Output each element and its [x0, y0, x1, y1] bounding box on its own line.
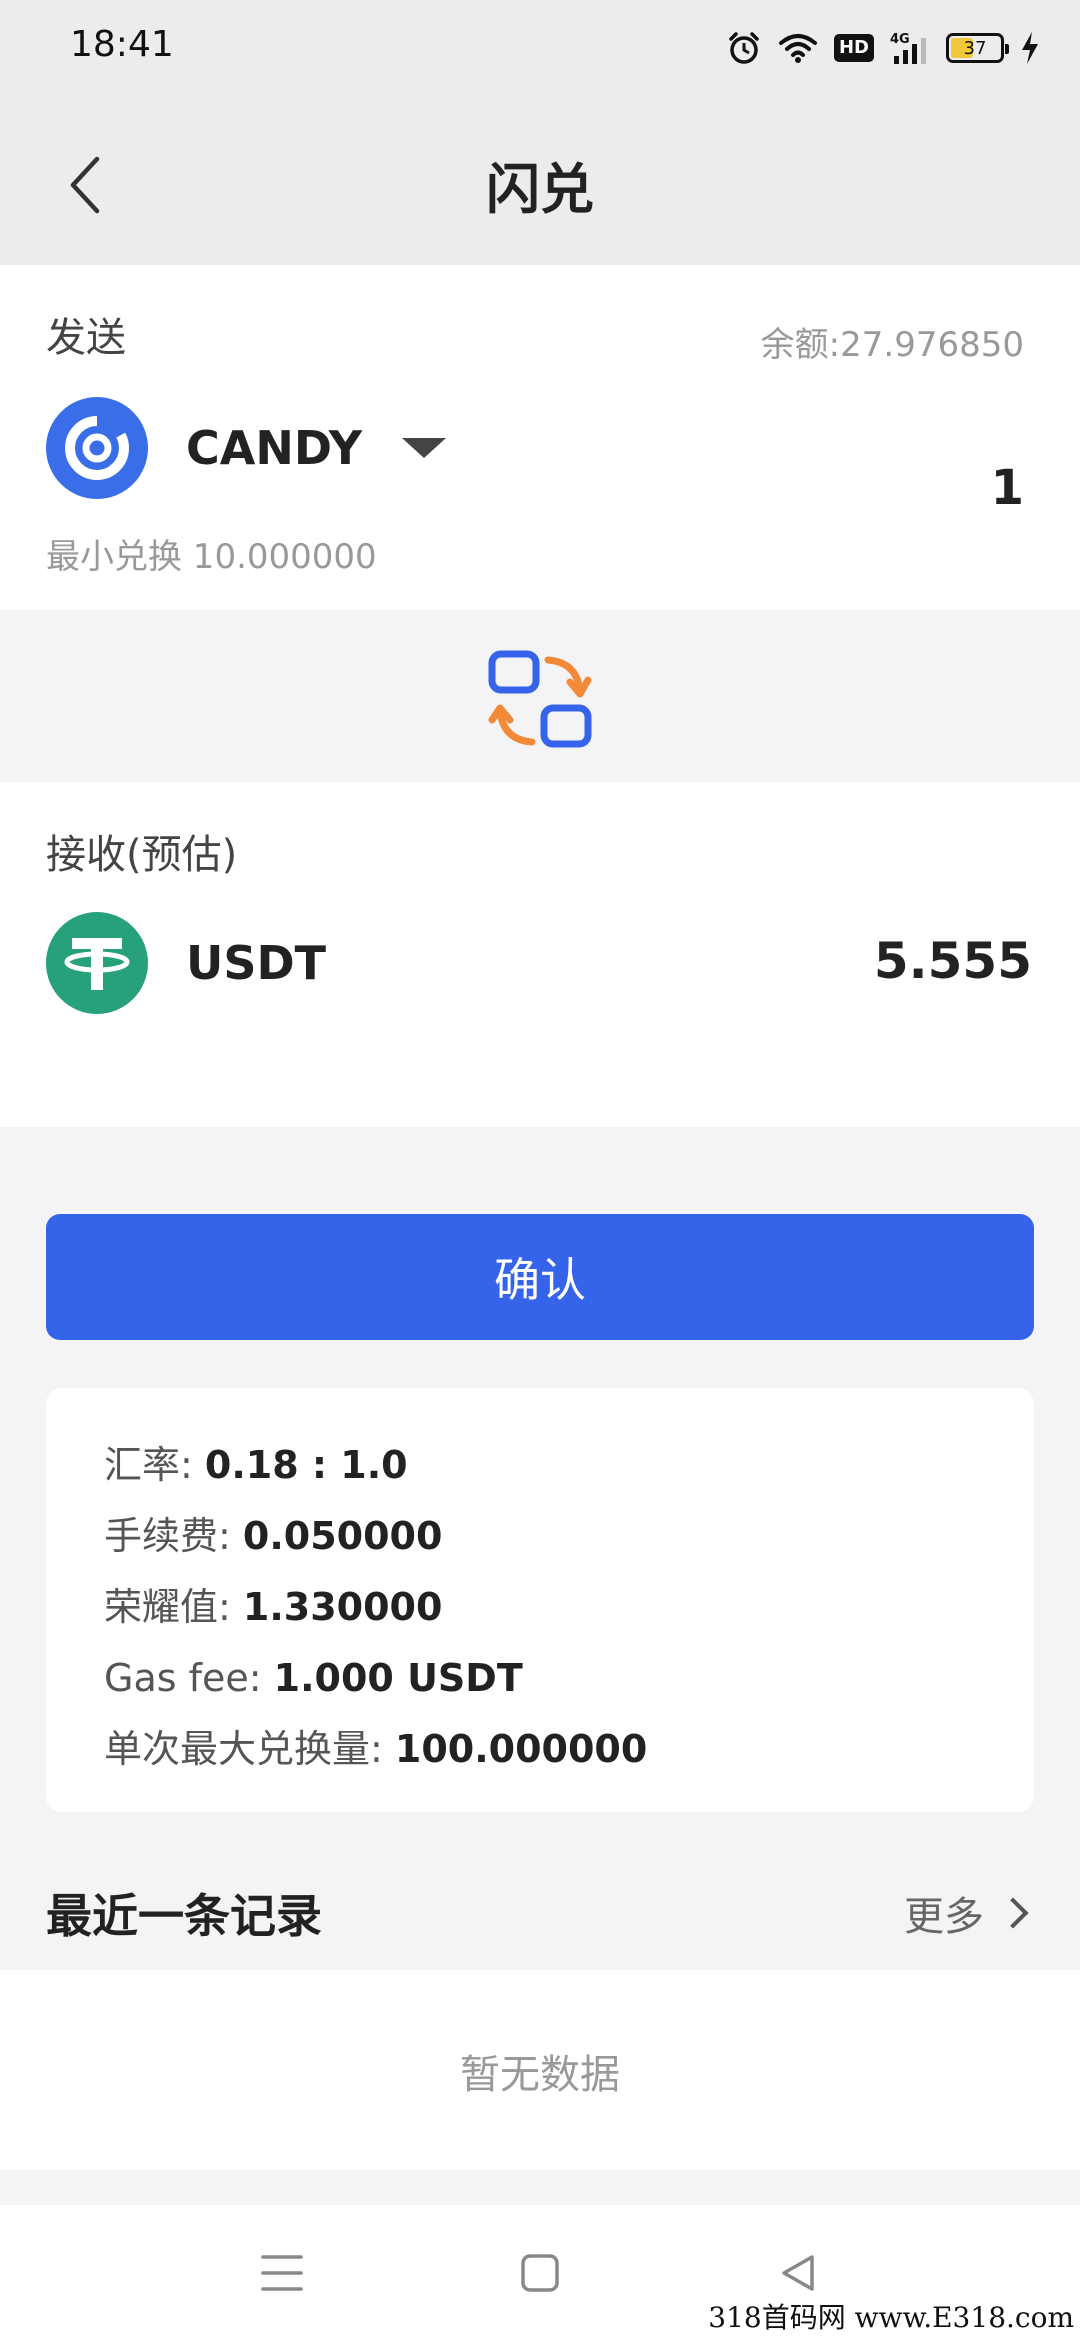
send-amount-input[interactable]: 1: [991, 460, 1024, 516]
fee-value: 0.050000: [242, 1514, 443, 1558]
recent-record-header: 最近一条记录 更多: [0, 1860, 1080, 1970]
fee-label: 手续费:: [104, 1514, 243, 1558]
gas-fee-row: Gas fee: 1.000 USDT: [104, 1643, 1034, 1714]
rate-value: 0.18 : 1.0: [204, 1443, 408, 1487]
rate-label: 汇率:: [104, 1443, 205, 1487]
fee-row: 手续费: 0.050000: [104, 1501, 1034, 1572]
max-exchange-value: 100.000000: [394, 1727, 648, 1771]
rate-row: 汇率: 0.18 : 1.0: [104, 1430, 1034, 1501]
swap-icon[interactable]: [488, 650, 592, 750]
signal-icon: 4G: [890, 30, 930, 66]
status-time: 18:41: [70, 24, 174, 65]
send-label: 发送: [46, 315, 126, 361]
records-panel: 暂无数据: [0, 1970, 1080, 2170]
nav-bar: 闪兑: [0, 95, 1080, 265]
system-nav-bar: 318首码网 www.E318.com: [0, 2205, 1080, 2340]
home-button[interactable]: [480, 2205, 600, 2340]
gas-fee-value: 1.000 USDT: [273, 1656, 523, 1700]
confirm-button[interactable]: 确认: [46, 1214, 1034, 1340]
page-title: 闪兑: [486, 158, 594, 221]
square-icon: [521, 2253, 559, 2292]
candy-token-icon: [46, 397, 148, 499]
swap-zone: [0, 610, 1080, 782]
receive-label: 接收(预估): [46, 832, 238, 878]
receive-token: USDT: [46, 912, 326, 1014]
wifi-icon: [778, 31, 818, 65]
menu-icon: [261, 2254, 303, 2291]
receive-token-name: USDT: [186, 936, 327, 990]
empty-state-text: 暂无数据: [460, 2052, 620, 2098]
min-exchange-text: 最小兑换 10.000000: [46, 537, 377, 577]
battery-icon: 37: [946, 33, 1009, 63]
send-token-name: CANDY: [186, 421, 363, 475]
usdt-token-icon: [46, 912, 148, 1014]
alarm-icon: [726, 30, 762, 66]
honor-value: 1.330000: [242, 1585, 443, 1629]
watermark-text: 318首码网 www.E318.com: [708, 2301, 1074, 2334]
gas-fee-label: Gas fee:: [104, 1656, 274, 1700]
max-exchange-row: 单次最大兑换量: 100.000000: [104, 1714, 1034, 1785]
more-label: 更多: [904, 1894, 984, 1940]
max-exchange-label: 单次最大兑换量:: [104, 1727, 395, 1771]
menu-button[interactable]: [222, 2205, 342, 2340]
recent-record-title: 最近一条记录: [46, 1889, 322, 1943]
exchange-info-card: 汇率: 0.18 : 1.0 手续费: 0.050000 荣耀值: 1.3300…: [46, 1388, 1034, 1812]
send-panel: 发送 余额:27.976850 CANDY 1 最小兑换 10.000000: [0, 265, 1080, 610]
receive-panel: 接收(预估) USDT 5.555: [0, 782, 1080, 1127]
triangle-back-icon: [782, 2254, 814, 2291]
status-icons: HD 4G 37: [726, 26, 1040, 70]
caret-down-icon[interactable]: [402, 438, 447, 458]
chevron-right-icon: [997, 1897, 1029, 1929]
more-link[interactable]: 更多: [904, 1884, 1029, 1942]
battery-percent: 37: [963, 37, 987, 59]
honor-label: 荣耀值:: [104, 1585, 243, 1629]
balance-text: 余额:27.976850: [760, 325, 1024, 365]
status-bar: 18:41 HD 4G 37: [0, 0, 1080, 95]
send-token-selector[interactable]: CANDY: [46, 397, 447, 499]
hd-badge: HD: [833, 34, 874, 62]
charging-icon: [1020, 31, 1040, 65]
receive-amount: 5.555: [873, 932, 1032, 990]
network-type: 4G: [890, 32, 910, 47]
honor-row: 荣耀值: 1.330000: [104, 1572, 1034, 1643]
